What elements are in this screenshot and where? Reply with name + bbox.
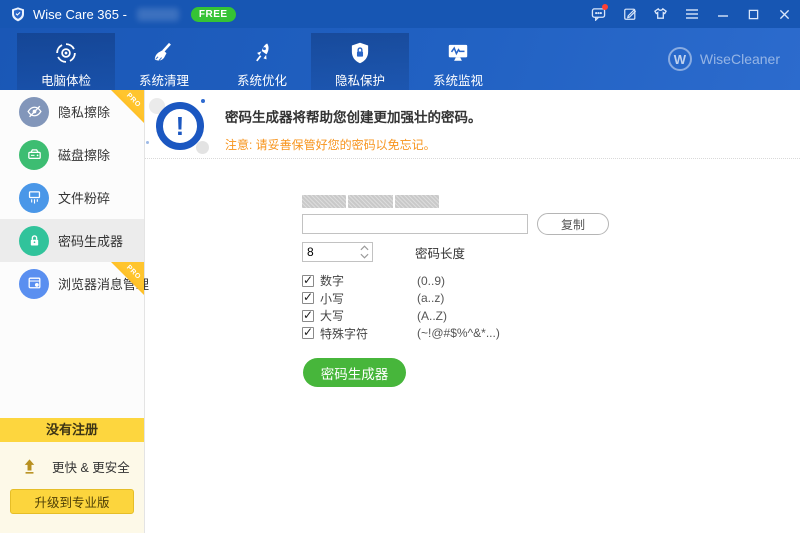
sidebar-item-file-shredder[interactable]: 文件粉碎 <box>0 176 144 219</box>
broom-icon <box>151 40 177 66</box>
tab-label: 电脑体检 <box>41 70 91 89</box>
rocket-icon <box>249 40 275 66</box>
sidebar-item-label: 文件粉碎 <box>58 188 110 207</box>
shield-logo-icon <box>10 6 26 22</box>
strength-segment <box>348 195 392 208</box>
theme-button[interactable] <box>645 0 676 28</box>
eye-off-icon <box>19 97 49 127</box>
stepper-up-button[interactable] <box>359 245 369 252</box>
notification-dot <box>602 4 608 10</box>
sidebar: 隐私擦除 PRO 磁盘擦除 文件粉碎 密码生成器 <box>0 90 145 533</box>
wise-care-365-window: Wise Care 365 - FREE <box>0 0 800 533</box>
sidebar-item-label: 隐私擦除 <box>58 102 110 121</box>
tab-privacy-protector[interactable]: 隐私保护 <box>311 33 409 90</box>
main-nav: 电脑体检 系统清理 系统优化 隐私保护 系统监视 W WiseCleaner <box>0 28 800 90</box>
tagline-text: 更快 & 更安全 <box>52 457 130 476</box>
brand-logo: W WiseCleaner <box>668 47 780 71</box>
messages-button[interactable] <box>583 0 614 28</box>
feedback-button[interactable] <box>614 0 645 28</box>
checkup-target-icon <box>53 40 79 66</box>
sidebar-item-label: 密码生成器 <box>58 231 123 250</box>
stepper-down-button[interactable] <box>359 253 369 260</box>
disk-eraser-icon <box>19 140 49 170</box>
tab-system-tuneup[interactable]: 系统优化 <box>213 33 311 90</box>
close-icon <box>779 9 790 20</box>
monitor-pulse-icon <box>445 40 471 66</box>
tab-system-monitor[interactable]: 系统监视 <box>409 33 507 90</box>
warning-note: 注意: 请妥善保管好您的密码以免忘记。 <box>225 136 482 153</box>
decor-circle <box>196 141 209 154</box>
maximize-icon <box>748 9 759 20</box>
titlebar: Wise Care 365 - FREE <box>0 0 800 28</box>
option-special-chars[interactable]: 特殊字符 (~!@#$%^&*...) <box>302 325 800 343</box>
titlebar-controls <box>583 0 800 28</box>
maximize-button[interactable] <box>738 0 769 28</box>
upgrade-to-pro-button[interactable]: 升级到专业版 <box>10 489 134 514</box>
close-button[interactable] <box>769 0 800 28</box>
strength-segment <box>302 195 346 208</box>
option-lowercase[interactable]: 小写 (a..z) <box>302 290 800 308</box>
menu-icon <box>685 8 699 20</box>
special-chars-checkbox[interactable] <box>302 327 314 339</box>
sidebar-item-password-generator[interactable]: 密码生成器 <box>0 219 144 262</box>
upgrade-arrow-icon <box>20 457 39 476</box>
tab-label: 系统优化 <box>237 70 287 89</box>
password-generator-form: 复制 密码长度 数字 (0 <box>145 159 800 387</box>
password-strength-meter <box>302 195 439 208</box>
info-exclamation-icon: ! <box>153 100 207 154</box>
stepper-arrows <box>359 243 369 261</box>
decor-dot <box>201 99 205 103</box>
strength-segment <box>395 195 439 208</box>
blurred-text <box>137 8 179 21</box>
lowercase-checkbox[interactable] <box>302 292 314 304</box>
tab-pc-checkup[interactable]: 电脑体检 <box>17 33 115 90</box>
sidebar-item-privacy-eraser[interactable]: 隐私擦除 PRO <box>0 90 144 133</box>
generate-password-button[interactable]: 密码生成器 <box>303 358 406 387</box>
registration-area: 更快 & 更安全 升级到专业版 <box>0 442 144 533</box>
brand-name: WiseCleaner <box>700 51 780 67</box>
window-title: Wise Care 365 - <box>33 7 127 22</box>
brand-w-icon: W <box>668 47 692 71</box>
tab-label: 系统监视 <box>433 70 483 89</box>
digits-checkbox[interactable] <box>302 275 314 287</box>
sidebar-spacer <box>0 305 144 418</box>
option-digits[interactable]: 数字 (0..9) <box>302 272 800 290</box>
tab-system-cleaner[interactable]: 系统清理 <box>115 33 213 90</box>
sidebar-item-browser-notification-manager[interactable]: 浏览器消息管理 PRO <box>0 262 144 305</box>
theme-shirt-icon <box>653 7 668 21</box>
decor-dot <box>146 141 149 144</box>
password-length-label: 密码长度 <box>415 243 465 262</box>
feedback-icon <box>623 7 637 21</box>
tab-label: 隐私保护 <box>335 70 385 89</box>
password-length-stepper[interactable] <box>302 242 373 262</box>
browser-bell-icon <box>19 269 49 299</box>
free-badge: FREE <box>191 7 236 22</box>
copy-button[interactable]: 复制 <box>537 213 609 235</box>
character-options: 数字 (0..9) 小写 (a..z) 大写 (A..Z) <box>302 272 800 342</box>
padlock-icon <box>19 226 49 256</box>
registration-status[interactable]: 没有注册 <box>0 418 144 442</box>
generated-password-input[interactable] <box>302 214 528 234</box>
shredder-icon <box>19 183 49 213</box>
tab-label: 系统清理 <box>139 70 189 89</box>
option-uppercase[interactable]: 大写 (A..Z) <box>302 307 800 325</box>
main-content: ! 密码生成器将帮助您创建更加强壮的密码。 注意: 请妥善保管好您的密码以免忘记… <box>145 90 800 533</box>
shield-lock-icon <box>347 40 373 66</box>
sidebar-item-disk-eraser[interactable]: 磁盘擦除 <box>0 133 144 176</box>
minimize-button[interactable] <box>707 0 738 28</box>
page-headline: 密码生成器将帮助您创建更加强壮的密码。 <box>225 106 482 126</box>
page-header: ! 密码生成器将帮助您创建更加强壮的密码。 注意: 请妥善保管好您的密码以免忘记… <box>145 90 800 158</box>
menu-button[interactable] <box>676 0 707 28</box>
minimize-icon <box>717 8 729 20</box>
sidebar-item-label: 磁盘擦除 <box>58 145 110 164</box>
upgrade-tagline: 更快 & 更安全 <box>20 457 144 476</box>
uppercase-checkbox[interactable] <box>302 310 314 322</box>
